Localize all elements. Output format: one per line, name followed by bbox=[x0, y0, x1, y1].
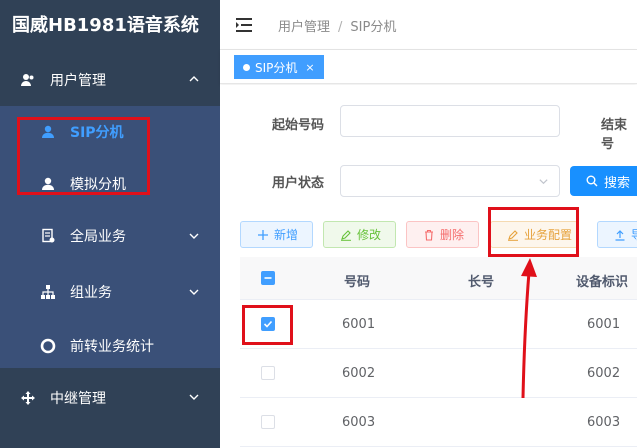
active-dot-icon bbox=[243, 63, 250, 71]
sidebar-item-group-biz[interactable]: 组业务 bbox=[0, 266, 220, 318]
sidebar-group-user-mgmt[interactable]: 用户管理 bbox=[0, 54, 220, 106]
user-status-label: 用户状态 bbox=[272, 176, 325, 191]
sidebar-item-label: 全局业务 bbox=[70, 229, 126, 245]
annotation-box-checkbox bbox=[242, 305, 293, 345]
sidebar-group-label: 中继管理 bbox=[50, 391, 106, 407]
tag-label: SIP分机 bbox=[255, 60, 298, 75]
chevron-down-icon bbox=[189, 289, 199, 295]
sidebar-item-label: 组业务 bbox=[70, 285, 112, 301]
tags-view-bar: SIP分机 × bbox=[220, 50, 637, 84]
table-row[interactable]: 6002 6002 bbox=[240, 349, 637, 398]
move-arrows-icon bbox=[20, 390, 36, 406]
document-icon bbox=[40, 228, 56, 244]
sidebar: 国威HB1981语音系统 用户管理 SIP分机 模拟分机 全局业务 组业务 前转… bbox=[0, 0, 220, 448]
start-number-input[interactable] bbox=[340, 105, 560, 137]
start-number-label: 起始号码 bbox=[272, 118, 325, 133]
annotation-box-sidebar bbox=[17, 117, 150, 195]
search-icon bbox=[586, 175, 598, 187]
export-button[interactable]: 导 bbox=[597, 221, 637, 248]
breadcrumb-separator: / bbox=[338, 20, 343, 35]
add-button-label: 新增 bbox=[274, 228, 299, 242]
column-header-number: 号码 bbox=[344, 275, 371, 290]
tag-sip-ext[interactable]: SIP分机 × bbox=[234, 55, 324, 79]
sidebar-item-label: 前转业务统计 bbox=[70, 339, 154, 355]
breadcrumb: 用户管理 / SIP分机 bbox=[278, 16, 396, 35]
plus-icon bbox=[257, 229, 269, 241]
delete-button-label: 删除 bbox=[440, 228, 465, 242]
upload-icon bbox=[614, 229, 626, 241]
annotation-box-biz-config bbox=[488, 207, 579, 257]
edit-button[interactable]: 修改 bbox=[323, 221, 396, 248]
sidebar-group-label: 用户管理 bbox=[50, 73, 106, 89]
pencil-icon bbox=[340, 229, 352, 241]
column-header-long-number: 长号 bbox=[468, 275, 495, 290]
edit-button-label: 修改 bbox=[357, 228, 382, 242]
chevron-down-icon bbox=[189, 394, 199, 400]
app-brand: 国威HB1981语音系统 bbox=[12, 15, 199, 36]
select-all-checkbox[interactable] bbox=[261, 271, 275, 285]
cell-device-id: 6001 bbox=[587, 317, 621, 332]
end-number-label: 结束号 bbox=[601, 118, 628, 152]
chevron-up-icon bbox=[189, 76, 199, 82]
table-row[interactable]: 6001 6001 bbox=[240, 300, 637, 349]
search-button[interactable]: 搜索 bbox=[570, 166, 637, 196]
cell-device-id: 6003 bbox=[587, 415, 621, 430]
app-root: 国威HB1981语音系统 用户管理 SIP分机 模拟分机 全局业务 组业务 前转… bbox=[0, 0, 637, 448]
sidebar-item-global-biz[interactable]: 全局业务 bbox=[0, 210, 220, 262]
users-icon bbox=[20, 72, 36, 88]
cell-device-id: 6002 bbox=[587, 366, 621, 381]
close-icon[interactable]: × bbox=[305, 61, 314, 74]
search-button-label: 搜索 bbox=[604, 175, 631, 191]
table-header: 号码 长号 设备标识 bbox=[240, 257, 637, 300]
sidebar-item-forward-stats[interactable]: 前转业务统计 bbox=[0, 320, 220, 372]
add-button[interactable]: 新增 bbox=[240, 221, 313, 248]
sidebar-group-trunk-mgmt[interactable]: 中继管理 bbox=[0, 372, 220, 424]
menu-fold-icon[interactable] bbox=[236, 17, 254, 33]
top-header: 用户管理 / SIP分机 bbox=[220, 0, 637, 50]
column-header-device-id: 设备标识 bbox=[576, 275, 629, 290]
breadcrumb-item-sip-ext: SIP分机 bbox=[350, 20, 397, 35]
table-row[interactable]: 6003 6003 bbox=[240, 398, 637, 447]
cell-number: 6001 bbox=[342, 317, 376, 332]
row-checkbox[interactable] bbox=[261, 366, 275, 380]
cell-number: 6002 bbox=[342, 366, 376, 381]
chevron-down-icon bbox=[189, 233, 199, 239]
org-tree-icon bbox=[40, 284, 56, 300]
cell-number: 6003 bbox=[342, 415, 376, 430]
chevron-down-icon bbox=[539, 179, 548, 185]
export-button-label: 导 bbox=[631, 226, 637, 243]
user-status-select[interactable] bbox=[340, 165, 560, 197]
lifebuoy-icon bbox=[40, 338, 56, 354]
row-checkbox[interactable] bbox=[261, 415, 275, 429]
trash-icon bbox=[423, 229, 435, 241]
main-content: 起始号码 结束号 用户状态 搜索 新增 修改 删除 业务配置 导 bbox=[220, 85, 637, 448]
delete-button[interactable]: 删除 bbox=[406, 221, 479, 248]
breadcrumb-item-user-mgmt[interactable]: 用户管理 bbox=[278, 20, 330, 35]
